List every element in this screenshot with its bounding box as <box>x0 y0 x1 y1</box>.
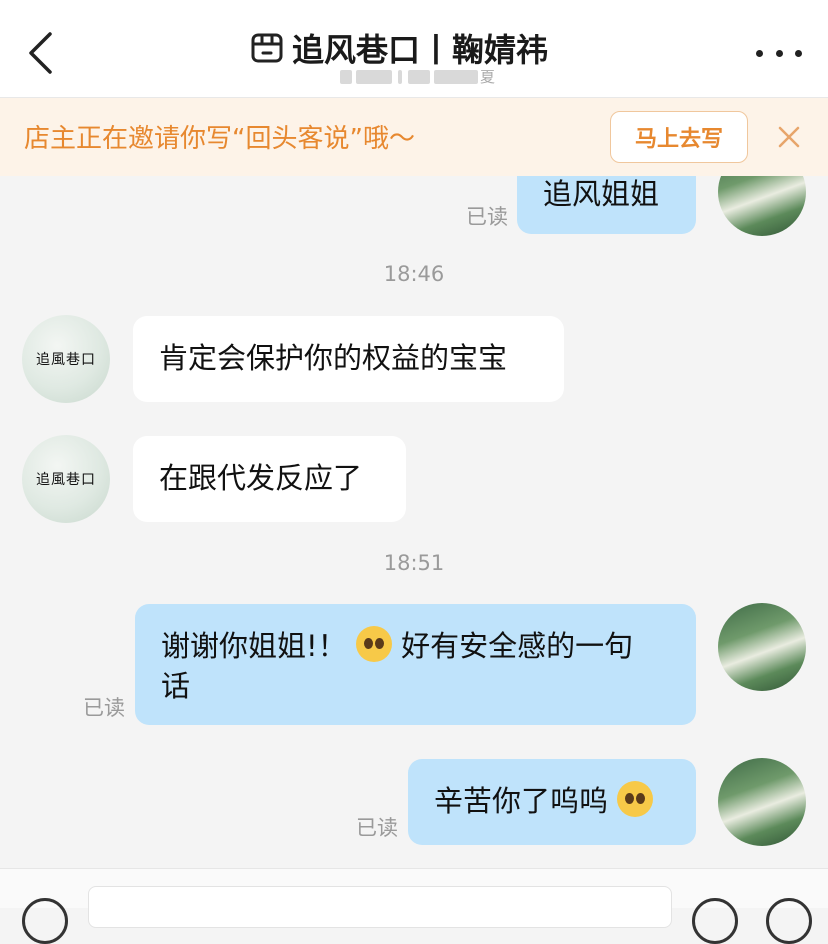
message-text: 辛苦你了呜呜 <box>434 784 609 818</box>
shop-avatar[interactable]: 追風巷口 <box>22 315 110 403</box>
pleading-face-icon <box>355 626 392 662</box>
pleading-face-icon <box>617 781 654 817</box>
message-bubble-outgoing[interactable]: 谢谢你姐姐!！ 好有安全感的一句 话 <box>135 604 696 725</box>
message-text: 话 <box>161 669 191 703</box>
read-status: 已读 <box>83 696 125 720</box>
timestamp: 18:46 <box>383 262 445 286</box>
chevron-left-icon <box>29 32 52 74</box>
message-text: 好有安全感的一句 <box>401 629 634 663</box>
message-bubble-outgoing[interactable]: 辛苦你了呜呜 <box>408 759 696 845</box>
more-dot <box>756 49 763 57</box>
message-bubble-incoming[interactable]: 肯定会保护你的权益的宝宝 <box>133 316 564 402</box>
user-avatar[interactable] <box>718 603 806 691</box>
write-review-button[interactable]: 马上去写 <box>610 111 748 163</box>
read-status: 已读 <box>466 205 508 229</box>
more-button[interactable] <box>756 40 802 66</box>
shop-avatar-logo: 追風巷口 <box>36 352 96 368</box>
shop-name: 追风巷口丨鞠婧祎 <box>292 31 549 69</box>
back-button[interactable] <box>22 28 62 78</box>
shop-avatar[interactable]: 追風巷口 <box>22 435 110 523</box>
message-bubble-incoming[interactable]: 在跟代发反应了 <box>133 436 406 522</box>
user-avatar[interactable] <box>718 758 806 846</box>
shop-avatar-logo: 追風巷口 <box>36 472 96 488</box>
chat-title[interactable]: 追风巷口丨鞠婧祎 <box>250 26 548 70</box>
banner-close-button[interactable] <box>774 122 804 152</box>
more-dot <box>775 49 783 57</box>
close-icon <box>778 126 800 148</box>
voice-button[interactable] <box>22 898 68 944</box>
shop-icon <box>251 33 283 63</box>
banner-text: 店主正在邀请你写“回头客说”哦～ <box>24 124 415 154</box>
timestamp: 18:51 <box>383 551 445 575</box>
message-input[interactable] <box>88 886 672 928</box>
emoji-button[interactable] <box>692 898 738 944</box>
header-subtitle: 夏 <box>340 66 500 88</box>
add-button[interactable] <box>766 898 812 944</box>
message-text: 谢谢你姐姐!！ <box>161 629 347 663</box>
subtitle-text: 夏 <box>480 68 496 86</box>
read-status: 已读 <box>356 816 398 840</box>
more-dot <box>795 49 802 57</box>
